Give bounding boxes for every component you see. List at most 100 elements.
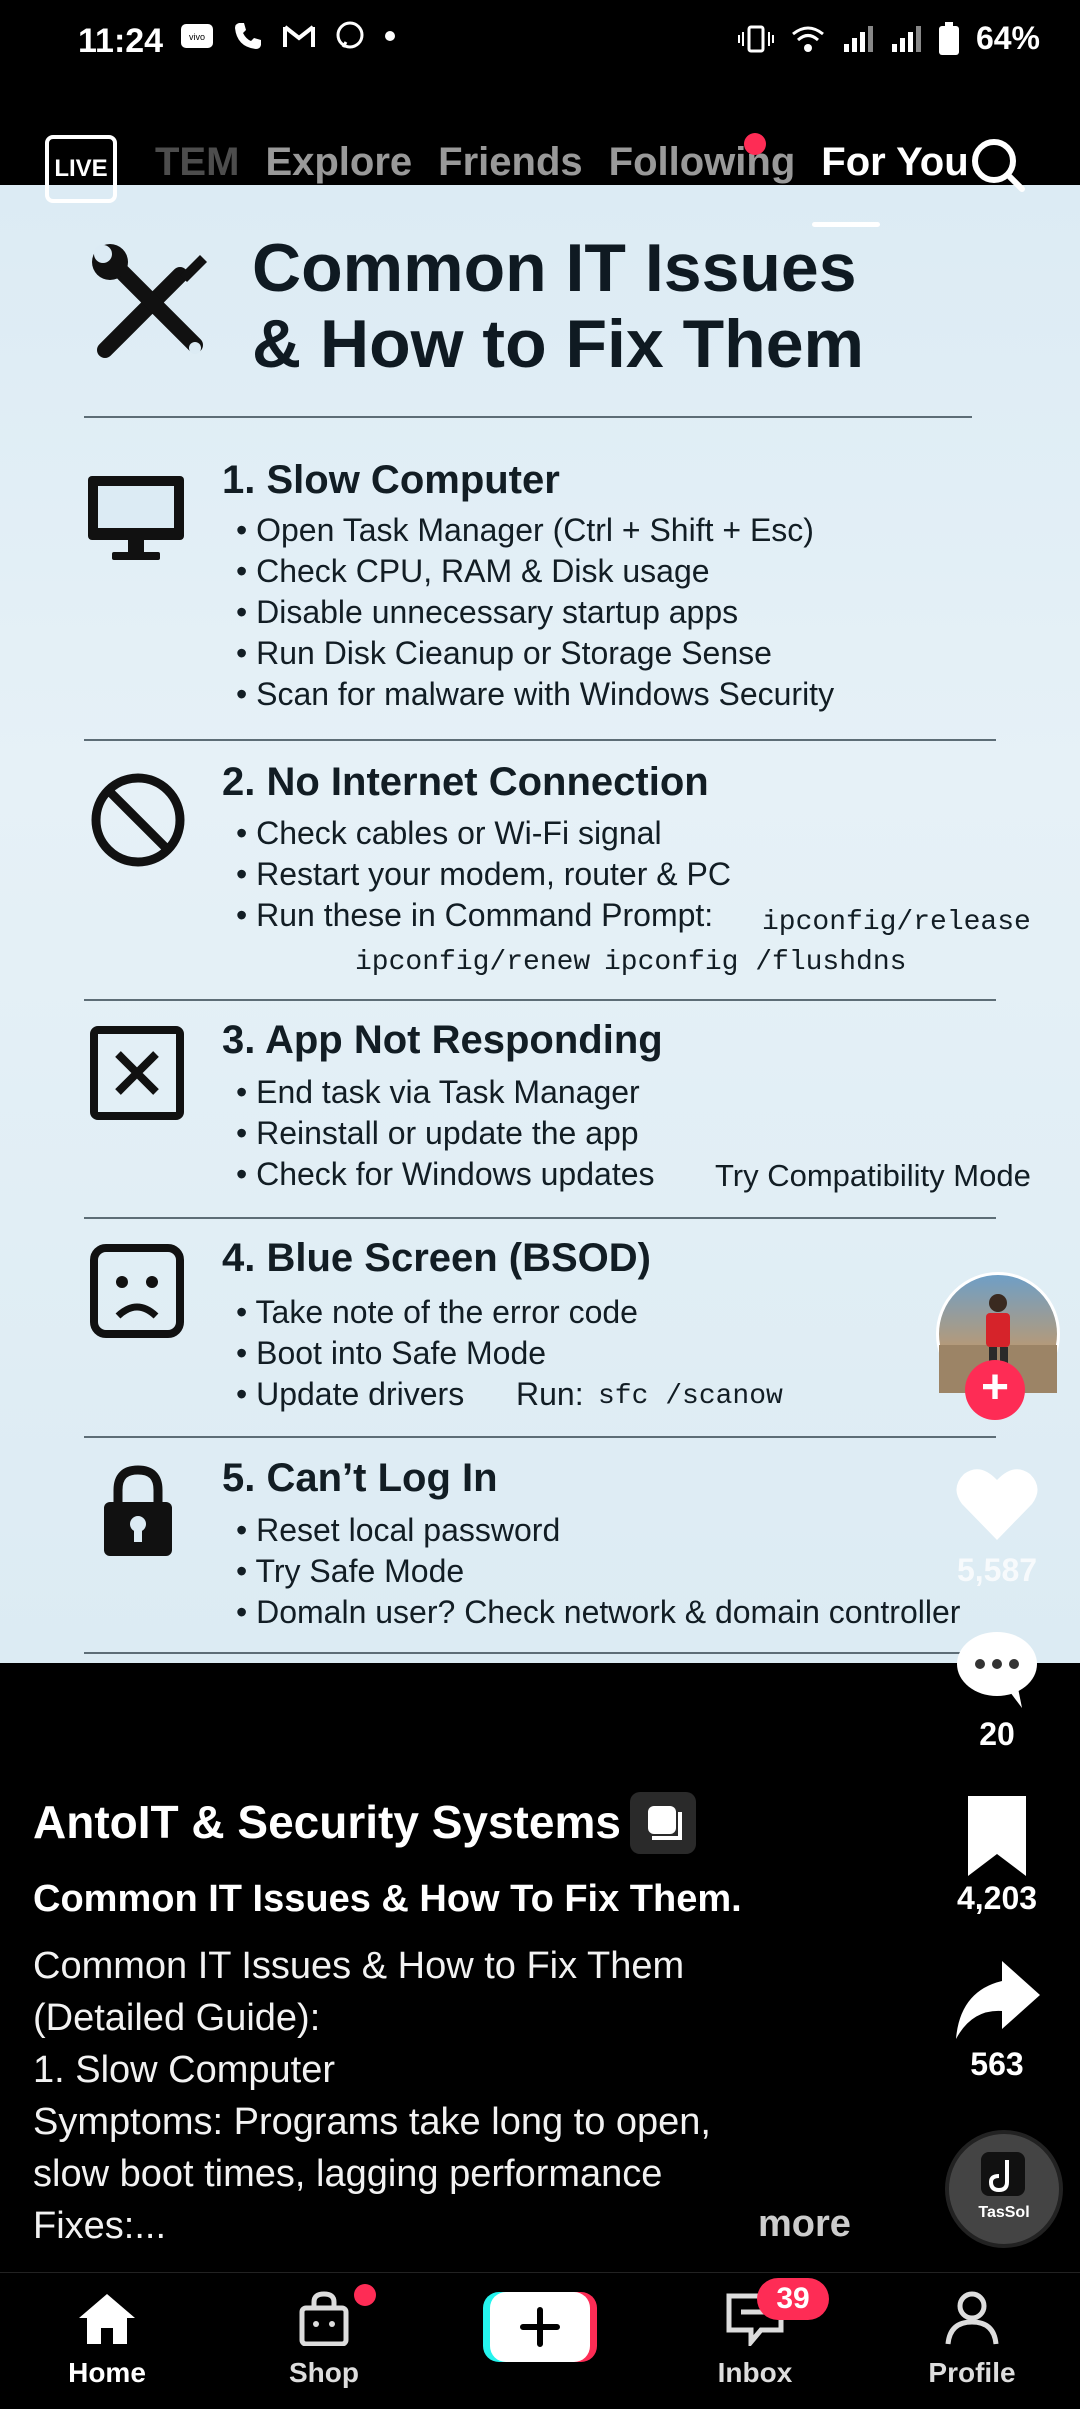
section-5-bullets: Reset local password Try Safe Mode Domal… xyxy=(236,1510,961,1633)
bullet: Try Safe Mode xyxy=(236,1551,960,1592)
bullet: End task via Task Manager xyxy=(236,1072,655,1113)
battery-percent: 64% xyxy=(975,20,1040,56)
sad-face-icon xyxy=(90,1244,184,1338)
divider xyxy=(84,1217,996,1219)
bullet: Reset local password xyxy=(236,1510,960,1551)
bullet: Run Disk Cieanup or Storage Sense xyxy=(236,633,834,674)
compatibility-mode-text: Try Compatibility Mode xyxy=(715,1158,1031,1193)
create-button[interactable] xyxy=(483,2290,597,2364)
heart-icon[interactable] xyxy=(952,1460,1042,1550)
comment-count: 20 xyxy=(979,1716,1015,1752)
nav-profile[interactable]: Profile xyxy=(907,2290,1037,2389)
notification-icons: vivo xyxy=(180,20,396,52)
viber-icon xyxy=(336,21,364,49)
bullet: Check cables or Wi-Fi signal xyxy=(236,813,731,854)
system-icons: 64% xyxy=(737,20,1040,57)
caption-line: slow boot times, lagging performance xyxy=(33,2153,663,2195)
caption-line: Symptoms: Programs take long to open, xyxy=(33,2101,711,2143)
command-release: ipconfig/release xyxy=(762,907,1031,938)
divider xyxy=(84,1436,996,1438)
feed-tabs: TEM Explore Friends Following For You xyxy=(155,140,969,185)
section-1-bullets: Open Task Manager (Ctrl + Shift + Esc) C… xyxy=(236,510,834,715)
bullet: Run these in Command Prompt: xyxy=(236,895,731,936)
live-button[interactable]: LIVE xyxy=(45,135,117,203)
bullet: Restart your modem, router & PC xyxy=(236,854,731,895)
command-renew: ipconfig/renew xyxy=(355,947,591,978)
bullet: Take note of the error code xyxy=(236,1292,638,1333)
caption-title: Common IT Issues & How To Fix Them. xyxy=(33,1878,742,1920)
nav-shop-label: Shop xyxy=(289,2357,359,2388)
bullet: Open Task Manager (Ctrl + Shift + Esc) xyxy=(236,510,834,551)
share-count: 563 xyxy=(970,2046,1024,2082)
inbox-badge: 39 xyxy=(757,2278,829,2320)
nav-home-label: Home xyxy=(68,2357,146,2388)
share-icon[interactable] xyxy=(952,1955,1042,2045)
caption-line: Common IT Issues & How to Fix Them xyxy=(33,1945,685,1987)
bullet: Check for Windows updates xyxy=(236,1154,654,1195)
bullet: Domaln user? Check network & domain cont… xyxy=(236,1592,960,1633)
caption-line: (Detailed Guide): xyxy=(33,1997,321,2039)
no-entry-icon xyxy=(91,773,185,867)
battery-icon xyxy=(938,21,959,55)
search-icon[interactable] xyxy=(968,135,1028,195)
nav-home[interactable]: Home xyxy=(42,2290,172,2389)
section-2-bullets: Check cables or Wi-Fi signal Restart you… xyxy=(236,813,731,936)
bookmark-icon[interactable] xyxy=(952,1790,1042,1880)
signal-icon xyxy=(843,25,873,52)
dot-icon xyxy=(385,31,395,41)
author-name[interactable]: AntoIT & Security Systems xyxy=(33,1795,621,1849)
duet-icon xyxy=(630,1792,696,1854)
tab-explore[interactable]: Explore xyxy=(265,140,412,185)
infographic-title: Common IT Issues & How to Fix Them xyxy=(252,230,972,382)
bullet: Boot into Safe Mode xyxy=(236,1333,638,1374)
vibrate-icon xyxy=(737,25,774,52)
active-tab-indicator xyxy=(812,222,880,227)
shop-bag-icon xyxy=(299,2291,349,2347)
section-4-title: 4. Blue Screen (BSOD) xyxy=(222,1236,652,1280)
tab-for-you[interactable]: For You xyxy=(821,140,968,185)
save-count: 4,203 xyxy=(956,1880,1038,1916)
phone-icon xyxy=(235,23,261,49)
divider xyxy=(84,999,996,1001)
tools-icon xyxy=(92,244,207,358)
tab-stem[interactable]: TEM xyxy=(155,140,239,185)
tab-friends[interactable]: Friends xyxy=(438,140,582,185)
run-label: Run: xyxy=(516,1376,584,1412)
like-count: 5,587 xyxy=(956,1552,1038,1588)
more-link[interactable]: more xyxy=(758,2203,851,2246)
tab-following[interactable]: Following xyxy=(609,140,796,185)
title-line-1: Common IT Issues xyxy=(252,230,857,306)
svg-text:vivo: vivo xyxy=(189,32,205,42)
wifi-icon xyxy=(792,26,824,52)
signal-icon xyxy=(891,25,921,52)
profile-icon xyxy=(945,2291,999,2345)
following-notification-dot xyxy=(744,133,766,155)
x-box-icon xyxy=(90,1026,184,1120)
shop-notification-dot xyxy=(354,2284,376,2306)
monitor-icon xyxy=(88,476,184,560)
caption-line: 1. Slow Computer xyxy=(33,2049,336,2091)
section-5-title: 5. Can’t Log In xyxy=(222,1456,498,1500)
tiktok-logo-icon xyxy=(981,2152,1025,2196)
home-icon xyxy=(79,2294,135,2344)
sound-disc[interactable]: TasSol xyxy=(945,2130,1063,2248)
status-time: 11:24 xyxy=(78,22,164,60)
section-3-bullets: End task via Task Manager Reinstall or u… xyxy=(236,1072,655,1195)
sound-label: TasSol xyxy=(978,2204,1030,2221)
divider xyxy=(84,1652,996,1654)
vivo-icon: vivo xyxy=(181,24,213,48)
title-line-2: & How to Fix Them xyxy=(252,306,864,382)
nav-inbox-label: Inbox xyxy=(717,2357,793,2388)
command-flushdns: ipconfig /flushdns xyxy=(604,947,907,978)
gmail-icon xyxy=(283,25,315,47)
sfc-command: sfc /scanow xyxy=(598,1381,783,1412)
divider xyxy=(84,416,972,418)
bullet: Check CPU, RAM & Disk usage xyxy=(236,551,834,592)
comment-icon[interactable] xyxy=(952,1622,1042,1712)
divider xyxy=(84,739,996,741)
follow-button[interactable]: + xyxy=(965,1360,1025,1420)
bullet: Scan for malware with Windows Security xyxy=(236,674,834,715)
bullet: Disable unnecessary startup apps xyxy=(236,592,834,633)
section-1-title: 1. Slow Computer xyxy=(222,458,560,502)
bullet: Reinstall or update the app xyxy=(236,1113,655,1154)
